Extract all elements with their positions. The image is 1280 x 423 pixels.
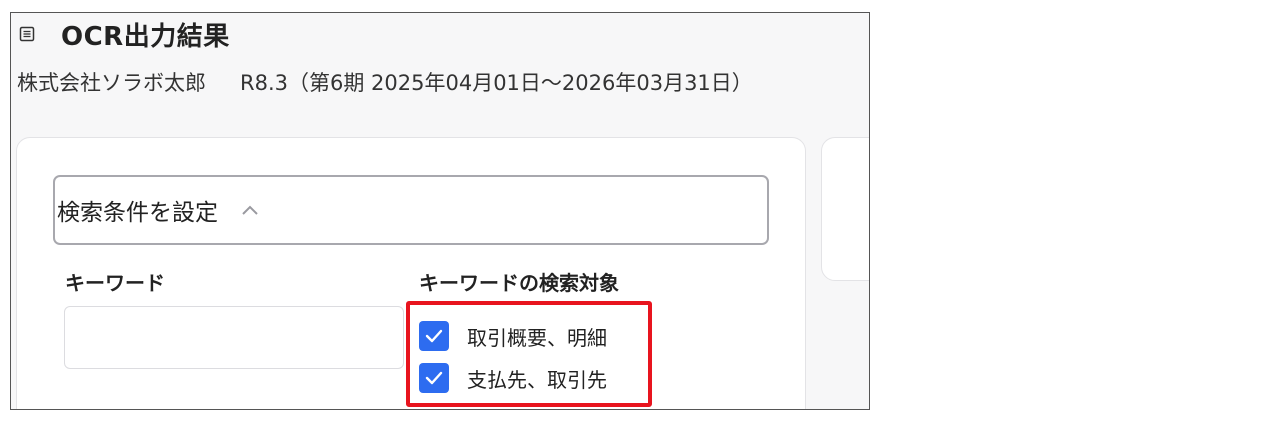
- search-conditions-label: 検索条件を設定: [57, 200, 218, 226]
- keyword-label: キーワード: [65, 271, 165, 295]
- list-document-icon: [19, 26, 35, 42]
- search-target-label: キーワードの検索対象: [419, 271, 619, 295]
- target-option-label: 支払先、取引先: [467, 367, 607, 392]
- app-frame: OCR出力結果 株式会社ソラボ太郎 R8.3（第6期 2025年04月01日〜20…: [10, 12, 870, 410]
- checkbox-checked[interactable]: [419, 363, 449, 393]
- chevron-up-icon: [240, 203, 260, 217]
- keyword-input[interactable]: [64, 306, 404, 369]
- target-option-summary-details[interactable]: 取引概要、明細: [419, 321, 607, 351]
- company-name: 株式会社ソラボ太郎: [17, 71, 206, 95]
- side-card: [821, 137, 869, 281]
- page-header: OCR出力結果: [19, 17, 230, 52]
- company-period-line: 株式会社ソラボ太郎 R8.3（第6期 2025年04月01日〜2026年03月31…: [17, 67, 753, 97]
- check-icon: [425, 371, 443, 385]
- checkbox-checked[interactable]: [419, 321, 449, 351]
- target-option-label: 取引概要、明細: [467, 325, 607, 350]
- target-option-payee-partner[interactable]: 支払先、取引先: [419, 363, 607, 393]
- search-conditions-toggle[interactable]: 検索条件を設定: [53, 175, 769, 245]
- fiscal-period: R8.3（第6期 2025年04月01日〜2026年03月31日）: [240, 71, 753, 95]
- page-title: OCR出力結果: [61, 21, 230, 52]
- check-icon: [425, 329, 443, 343]
